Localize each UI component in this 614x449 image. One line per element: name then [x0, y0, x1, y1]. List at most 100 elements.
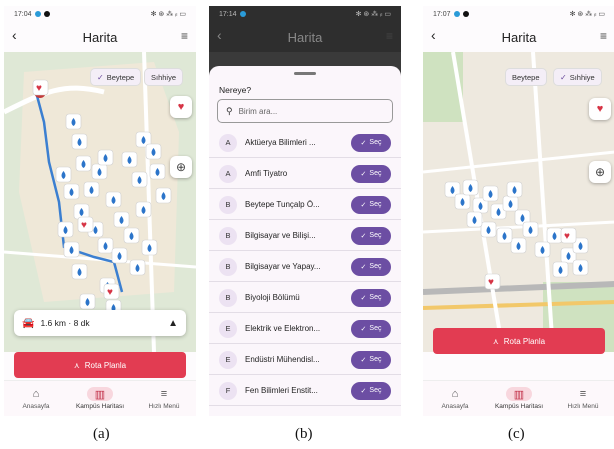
location-marker[interactable] — [462, 179, 479, 196]
location-marker[interactable] — [510, 237, 527, 254]
select-button[interactable]: ✓ Seç — [351, 257, 391, 276]
location-marker[interactable] — [482, 185, 499, 202]
location-marker[interactable] — [57, 221, 74, 238]
hamburger-menu-icon[interactable]: ≡ — [600, 29, 607, 43]
unit-list-item[interactable]: F Fen Bilimleri Enstit... ✓ Seç — [209, 376, 401, 406]
nav-item-campus-map[interactable]: ▥ Kampüs Haritası — [487, 381, 551, 416]
favorite-marker[interactable]: ♥ — [484, 273, 501, 290]
initial-avatar: E — [219, 319, 237, 338]
my-location-button[interactable]: ⊕ — [170, 156, 192, 178]
location-marker[interactable] — [129, 259, 146, 276]
back-arrow-icon[interactable]: ‹ — [12, 27, 17, 43]
unit-list-item[interactable]: A Aktüerya Bilimleri ... ✓ Seç — [209, 128, 401, 158]
favorite-marker[interactable]: ♥ — [77, 216, 94, 233]
unit-name: Bilgisayar ve Yapay... — [245, 262, 321, 271]
nav-item-home[interactable]: ⌂ Anasayfa — [4, 381, 68, 416]
location-marker[interactable] — [71, 133, 88, 150]
location-marker[interactable] — [546, 227, 563, 244]
select-button[interactable]: ✓ Seç — [351, 195, 391, 214]
location-marker[interactable] — [534, 241, 551, 258]
location-marker[interactable] — [55, 166, 72, 183]
location-marker[interactable] — [113, 211, 130, 228]
navigation-arrow-icon[interactable]: ▲ — [168, 318, 178, 329]
unit-list-item[interactable]: B Biyoloji Bölümü ✓ Seç — [209, 283, 401, 313]
check-icon: ✓ — [360, 170, 367, 178]
hamburger-menu-icon[interactable]: ≡ — [181, 29, 188, 43]
location-marker[interactable] — [71, 263, 88, 280]
map-canvas[interactable]: ♥ ♥ ♥ — [4, 52, 196, 352]
unit-search-input[interactable]: ⚲ Birim ara... — [217, 99, 393, 123]
check-icon: ✓ — [97, 72, 104, 82]
select-button[interactable]: ✓ Seç — [351, 226, 391, 245]
plan-route-button[interactable]: ⋏ Rota Planla — [433, 328, 605, 354]
location-marker[interactable] — [155, 187, 172, 204]
location-marker[interactable] — [83, 181, 100, 198]
unit-name: Biyoloji Bölümü — [245, 293, 300, 302]
unit-list-item[interactable]: B Bilgisayar ve Yapay... ✓ Seç — [209, 252, 401, 282]
location-marker[interactable] — [65, 113, 82, 130]
nav-item-quick-menu[interactable]: ≡ Hızlı Menü — [132, 381, 196, 416]
nav-item-campus-map[interactable]: ▥ Kampüs Haritası — [68, 381, 132, 416]
unit-list-item[interactable]: B Beytepe Tunçalp Ö... ✓ Seç — [209, 190, 401, 220]
location-marker[interactable] — [91, 163, 108, 180]
location-marker[interactable] — [63, 241, 80, 258]
location-marker[interactable] — [454, 193, 471, 210]
unit-list-item[interactable]: A Amfi Tiyatro ✓ Seç — [209, 159, 401, 189]
location-marker[interactable] — [145, 143, 162, 160]
location-marker[interactable] — [97, 237, 114, 254]
location-marker[interactable] — [496, 227, 513, 244]
select-button[interactable]: ✓ Seç — [351, 288, 391, 307]
location-marker[interactable] — [123, 227, 140, 244]
select-button[interactable]: ✓ Seç — [351, 133, 391, 152]
campus-chip-beytepe[interactable]: Beytepe — [505, 68, 547, 86]
bottom-navigation: ⌂ Anasayfa ▥ Kampüs Haritası ≡ Hızlı Menü — [423, 380, 614, 416]
location-marker[interactable] — [141, 239, 158, 256]
my-location-button[interactable]: ⊕ — [589, 161, 611, 183]
select-button[interactable]: ✓ Seç — [351, 164, 391, 183]
location-marker[interactable] — [572, 259, 589, 276]
unit-list-item[interactable]: B Bilgisayar ve Bilişi... ✓ Seç — [209, 221, 401, 251]
initial-avatar: E — [219, 350, 237, 369]
location-marker[interactable] — [121, 151, 138, 168]
location-marker[interactable] — [111, 247, 128, 264]
location-marker[interactable] — [502, 195, 519, 212]
location-marker[interactable] — [63, 183, 80, 200]
location-marker[interactable] — [135, 201, 152, 218]
favorite-marker[interactable]: ♥ — [103, 283, 120, 300]
select-button[interactable]: ✓ Seç — [351, 350, 391, 369]
location-marker[interactable] — [131, 171, 148, 188]
location-marker[interactable] — [552, 261, 569, 278]
campus-chip-sihhiye[interactable]: ✓ Sıhhiye — [553, 68, 602, 86]
unit-list-item[interactable]: E Endüstri Mühendisl... ✓ Seç — [209, 345, 401, 375]
location-marker[interactable] — [480, 221, 497, 238]
menu-icon: ≡ — [579, 388, 587, 400]
plan-route-button[interactable]: ⋏ Rota Planla — [14, 352, 186, 378]
favorites-heart-button[interactable]: ♥ — [589, 98, 611, 120]
location-marker[interactable] — [522, 221, 539, 238]
location-marker[interactable] — [97, 149, 114, 166]
back-arrow-icon[interactable]: ‹ — [431, 27, 436, 43]
map-view[interactable]: ♥ ♥ ♥ — [4, 52, 196, 352]
favorite-marker[interactable]: ♥ — [32, 79, 49, 96]
map-canvas[interactable]: ♥♥ — [423, 52, 614, 352]
location-marker[interactable] — [75, 155, 92, 172]
location-marker[interactable] — [79, 293, 96, 310]
location-marker[interactable] — [506, 181, 523, 198]
campus-chip-beytepe[interactable]: ✓ Beytepe — [90, 68, 142, 86]
unit-list-item[interactable]: E Elektrik ve Elektron... ✓ Seç — [209, 314, 401, 344]
map-view[interactable]: ♥ ♥ — [423, 52, 614, 352]
nav-item-home[interactable]: ⌂ Anasayfa — [423, 381, 487, 416]
location-marker[interactable] — [105, 191, 122, 208]
favorites-heart-button[interactable]: ♥ — [170, 96, 192, 118]
campus-chip-sihhiye[interactable]: Sıhhiye — [144, 68, 184, 86]
select-button[interactable]: ✓ Seç — [351, 381, 391, 400]
nav-item-quick-menu[interactable]: ≡ Hızlı Menü — [551, 381, 614, 416]
favorite-marker[interactable]: ♥ — [560, 227, 577, 244]
select-button[interactable]: ✓ Seç — [351, 319, 391, 338]
sheet-drag-handle[interactable] — [294, 72, 316, 75]
back-arrow-icon[interactable]: ‹ — [217, 27, 222, 43]
location-marker[interactable] — [149, 163, 166, 180]
location-marker[interactable] — [466, 211, 483, 228]
hamburger-menu-icon[interactable]: ≡ — [386, 29, 393, 43]
page-title: Harita — [82, 29, 118, 45]
